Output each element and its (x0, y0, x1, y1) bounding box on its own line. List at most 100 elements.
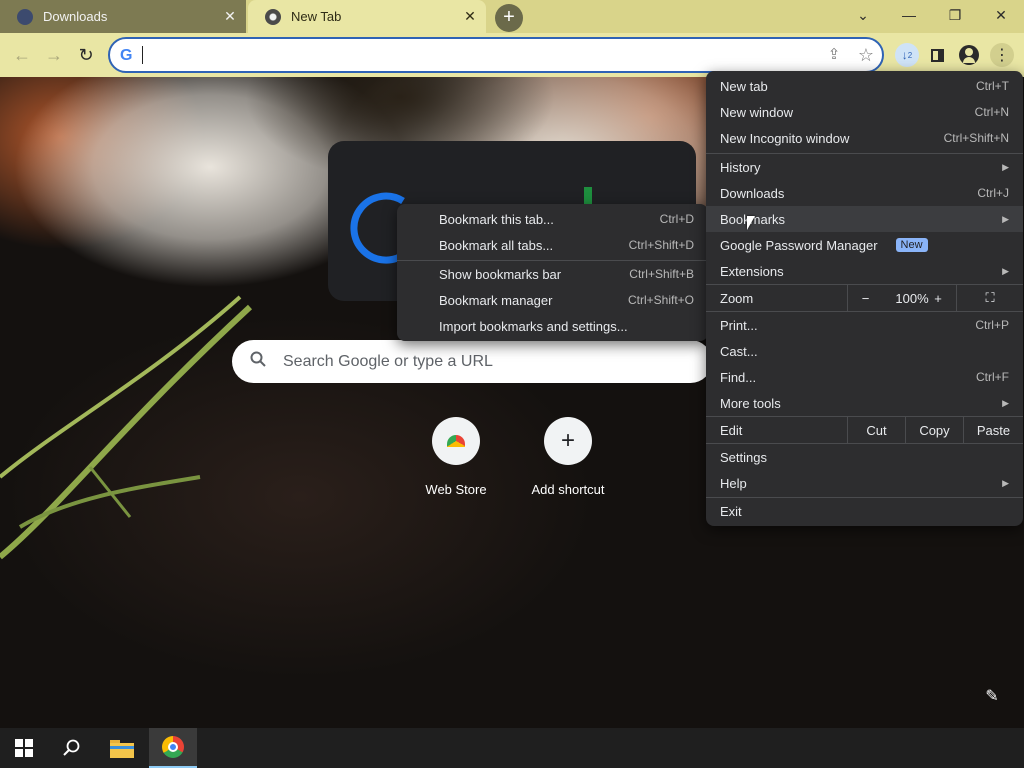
search-icon (250, 351, 266, 372)
menu-item-history[interactable]: History ▶ (706, 154, 1023, 180)
fullscreen-icon[interactable]: ⛶ (956, 285, 1023, 311)
downloads-favicon-icon (17, 8, 33, 25)
menu-item-password-manager[interactable]: Google Password Manager New (706, 232, 1023, 258)
shortcut-web-store[interactable]: Web Store (406, 417, 506, 497)
chrome-taskbar-icon[interactable] (149, 728, 197, 768)
menu-item-new-tab[interactable]: New tab Ctrl+T (706, 73, 1023, 99)
menu-item-label: Bookmarks (720, 211, 786, 227)
menu-item-cast[interactable]: Cast... (706, 338, 1023, 364)
menu-item-shortcut: Ctrl+Shift+N (943, 131, 1009, 145)
menu-item-settings[interactable]: Settings (706, 444, 1023, 470)
add-icon: + (544, 417, 592, 465)
menu-item-help[interactable]: Help ▶ (706, 470, 1023, 496)
menu-item-label: Downloads (720, 185, 785, 201)
menu-item-shortcut: Ctrl+Shift+D (628, 238, 694, 252)
menu-item-new-window[interactable]: New window Ctrl+N (706, 99, 1023, 125)
minimize-icon[interactable]: — (886, 0, 932, 30)
menu-item-label: Show bookmarks bar (439, 266, 562, 282)
share-icon[interactable]: ⇪ (824, 45, 844, 65)
reload-icon[interactable]: ↻ (72, 41, 100, 69)
menu-item-new-incognito-window[interactable]: New Incognito window Ctrl+Shift+N (706, 125, 1023, 151)
menu-item-exit[interactable]: Exit (706, 498, 1023, 524)
submenu-arrow-icon: ▶ (1002, 265, 1009, 276)
menu-item-print[interactable]: Print... Ctrl+P (706, 312, 1023, 338)
menu-item-extensions[interactable]: Extensions ▶ (706, 258, 1023, 284)
window-close-icon[interactable]: ✕ (978, 0, 1024, 30)
shortcut-label: Add shortcut (531, 482, 605, 497)
submenu-arrow-icon: ▶ (1002, 161, 1009, 172)
zoom-in-button[interactable]: + (925, 285, 951, 311)
menu-item-shortcut: Ctrl+D (659, 212, 694, 226)
menu-item-shortcut: Ctrl+T (976, 79, 1009, 93)
tab-title: New Tab (291, 9, 342, 24)
omnibox[interactable]: G ⇪ ☆ (108, 37, 884, 73)
menu-item-label: More tools (720, 395, 781, 411)
shortcut-add[interactable]: + Add shortcut (518, 417, 618, 497)
menu-item-bookmark-manager[interactable]: Bookmark manager Ctrl+Shift+O (397, 287, 708, 313)
menu-item-label: Print... (720, 317, 758, 333)
menu-item-show-bookmarks-bar[interactable]: Show bookmarks bar Ctrl+Shift+B (397, 261, 708, 287)
menu-item-label: Help (720, 475, 747, 491)
forward-icon[interactable]: → (40, 41, 68, 69)
restore-icon[interactable]: ❐ (932, 0, 978, 30)
menu-item-zoom: Zoom − 100% + ⛶ (706, 285, 1023, 311)
back-icon[interactable]: ← (8, 41, 36, 69)
downloads-icon[interactable]: ↓ 2 (895, 43, 919, 67)
profile-avatar-icon[interactable] (957, 43, 981, 67)
submenu-arrow-icon: ▶ (1002, 397, 1009, 408)
menu-item-label: Bookmark manager (439, 292, 553, 308)
search-placeholder: Search Google or type a URL (283, 353, 493, 370)
file-explorer-icon[interactable] (98, 728, 146, 768)
menu-item-more-tools[interactable]: More tools ▶ (706, 390, 1023, 416)
windows-taskbar (0, 728, 1024, 768)
menu-item-label: New Incognito window (720, 130, 850, 146)
tab-downloads[interactable]: Downloads ✕ (0, 0, 246, 33)
menu-item-downloads[interactable]: Downloads Ctrl+J (706, 180, 1023, 206)
chrome-main-menu: New tab Ctrl+T New window Ctrl+N New Inc… (706, 71, 1023, 526)
menu-item-label: Bookmark this tab... (439, 211, 554, 227)
chrome-favicon-icon (265, 8, 281, 25)
menu-item-shortcut: Ctrl+J (977, 186, 1009, 200)
download-count-badge: 2 (907, 50, 913, 60)
tab-search-dropdown-icon[interactable]: ⌄ (840, 0, 886, 30)
side-panel-icon[interactable] (925, 43, 949, 67)
cut-button[interactable]: Cut (847, 417, 905, 443)
menu-item-import-bookmarks[interactable]: Import bookmarks and settings... (397, 313, 708, 339)
bookmarks-submenu: Bookmark this tab... Ctrl+D Bookmark all… (397, 204, 708, 341)
menu-item-shortcut: Ctrl+Shift+B (629, 267, 694, 281)
menu-item-bookmark-this-tab[interactable]: Bookmark this tab... Ctrl+D (397, 206, 708, 232)
menu-item-label: Extensions (720, 263, 784, 279)
menu-item-label: New tab (720, 78, 768, 94)
menu-item-bookmark-all-tabs[interactable]: Bookmark all tabs... Ctrl+Shift+D (397, 232, 708, 258)
chrome-menu-button[interactable]: ⋮ (990, 43, 1014, 67)
zoom-out-button[interactable]: − (847, 285, 883, 311)
search-box[interactable]: Search Google or type a URL (232, 340, 712, 383)
shortcut-label: Web Store (425, 482, 487, 497)
menu-item-find[interactable]: Find... Ctrl+F (706, 364, 1023, 390)
background-grass-image (0, 295, 253, 560)
tab-new-tab[interactable]: New Tab ✕ (248, 0, 486, 33)
star-icon[interactable]: ☆ (856, 45, 876, 65)
menu-item-label: Google Password Manager (720, 237, 878, 253)
menu-item-shortcut: Ctrl+P (975, 318, 1009, 332)
customize-chrome-pencil-icon[interactable]: ✎ (978, 683, 1006, 711)
paste-button[interactable]: Paste (963, 417, 1023, 443)
menu-item-shortcut: Ctrl+Shift+O (627, 293, 694, 307)
menu-item-label: Settings (720, 449, 767, 465)
menu-item-label: New window (720, 104, 793, 120)
google-icon: G (120, 47, 133, 64)
copy-button[interactable]: Copy (905, 417, 963, 443)
close-icon[interactable]: ✕ (222, 8, 238, 25)
new-tab-button[interactable]: + (495, 4, 523, 32)
menu-item-shortcut: Ctrl+N (974, 105, 1009, 119)
menu-item-label: Import bookmarks and settings... (439, 318, 628, 334)
new-badge: New (895, 238, 928, 252)
text-caret (142, 46, 143, 64)
windows-start-icon[interactable] (0, 728, 48, 768)
mouse-cursor (747, 216, 755, 230)
taskbar-search-icon[interactable] (48, 728, 96, 768)
close-icon[interactable]: ✕ (462, 8, 478, 25)
tab-strip: Downloads ✕ New Tab ✕ + ⌄ — ❐ ✕ (0, 0, 1024, 33)
submenu-arrow-icon: ▶ (1002, 213, 1009, 224)
tab-title: Downloads (43, 9, 108, 24)
